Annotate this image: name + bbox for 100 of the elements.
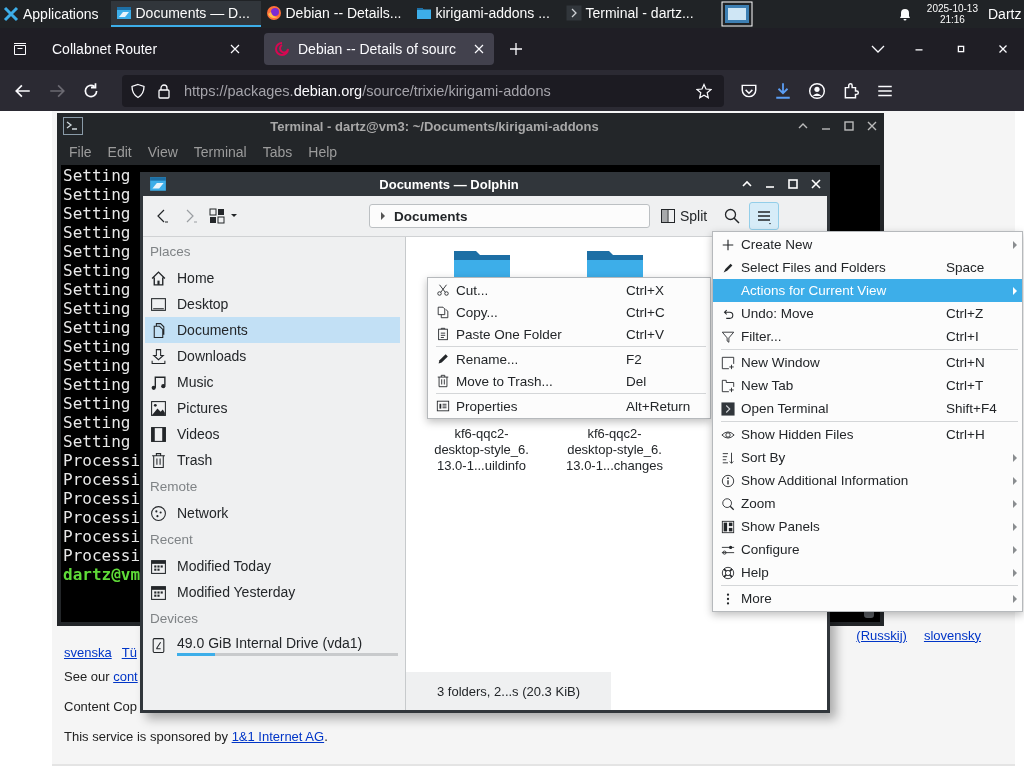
menu-item[interactable]: Create New (713, 233, 1022, 256)
account-icon[interactable] (808, 81, 826, 100)
menu-item[interactable]: More (713, 587, 1022, 610)
menu-item[interactable]: Tabs (262, 144, 293, 160)
terminal-icon (721, 401, 735, 416)
sidebar-item[interactable]: Network (145, 500, 400, 526)
location-bar[interactable]: Documents (369, 204, 650, 228)
window-title: Documents — Dolphin (378, 176, 520, 192)
view-mode-icon[interactable] (209, 207, 239, 225)
menu-item[interactable]: Rename... F2 (428, 348, 710, 370)
menu-item[interactable]: Copy... Ctrl+C (428, 301, 710, 323)
sidebar-item[interactable]: Desktop (145, 291, 400, 317)
menu-item[interactable]: Show Panels (713, 515, 1022, 538)
contact-link[interactable]: cont (113, 669, 138, 684)
language-link[interactable]: Tü (121, 645, 137, 660)
language-link[interactable]: slovensky (923, 627, 981, 643)
split-button[interactable]: Split (656, 202, 712, 230)
menu-item[interactable]: Move to Trash... Del (428, 370, 710, 392)
new-tab-icon[interactable] (508, 41, 524, 57)
extensions-icon[interactable] (842, 81, 860, 100)
sidebar-item[interactable]: Downloads (145, 343, 400, 369)
url-text: https://packages.debian.org/source/trixie/kirigami-addons (184, 82, 551, 99)
terminal-line: Setting (63, 242, 131, 261)
menu-item[interactable]: Select Files and Folders Space (713, 256, 1022, 279)
sidebar-item[interactable]: Home (145, 265, 400, 291)
file-name[interactable]: kf6-qqc2- desktop-style_6. 13.0-1...changes (566, 426, 663, 474)
terminal-line: Setting (63, 375, 131, 394)
task-button[interactable]: Debian -- Details... (260, 1, 411, 27)
terminal-line: Setting (63, 166, 131, 185)
section-header: Recent (149, 531, 194, 549)
sidebar-item[interactable]: Documents (145, 317, 400, 343)
copyright-text: Content Cop (64, 698, 138, 716)
menu-item[interactable]: Terminal (193, 144, 247, 160)
time-text: 21:16 (939, 14, 965, 25)
menu-item[interactable]: Sort By (713, 446, 1022, 469)
maximize-icon[interactable] (843, 120, 855, 132)
user-name[interactable]: Dartz (988, 6, 1024, 22)
menu-item[interactable]: View (147, 144, 178, 160)
task-button[interactable]: kirigami-addons ... (410, 1, 561, 27)
menu-item[interactable]: Paste One Folder Ctrl+V (428, 323, 710, 345)
browser-tab[interactable]: Collabnet Router (42, 33, 250, 65)
sidebar-item[interactable]: Music (145, 369, 400, 395)
close-icon[interactable] (866, 120, 878, 132)
split-icon (660, 208, 676, 224)
applications-menu[interactable]: Applications (23, 6, 99, 22)
star-icon[interactable] (696, 82, 712, 99)
menu-button[interactable] (749, 202, 780, 230)
sidebar-item[interactable]: Pictures (145, 395, 400, 421)
search-icon[interactable] (723, 207, 742, 225)
language-link[interactable]: (Russkij) (856, 627, 907, 643)
desktop-icon (150, 295, 167, 313)
menu-item[interactable]: Help (308, 144, 338, 160)
menu-item[interactable]: Open Terminal Shift+F4 (713, 397, 1022, 420)
language-link[interactable]: svenska (64, 645, 112, 660)
pager-icon[interactable] (720, 1, 753, 27)
browser-tab[interactable]: Debian -- Details of sourc (264, 33, 494, 65)
task-button[interactable]: Documents — D... (110, 1, 261, 27)
menu-item[interactable]: Filter... Ctrl+I (713, 325, 1022, 348)
menu-item[interactable]: Zoom (713, 492, 1022, 515)
plus-icon (721, 237, 735, 252)
terminal-icon (565, 5, 582, 21)
menu-item[interactable]: New Tab Ctrl+T (713, 374, 1022, 397)
task-button[interactable]: Terminal - dartz... (560, 1, 711, 27)
sidebar-item[interactable]: Modified Today (145, 553, 400, 579)
file-name[interactable]: kf6-qqc2- desktop-style_6. 13.0-1...uildinfo (434, 426, 529, 474)
section-header: Devices (149, 610, 199, 628)
breadcrumb[interactable]: Documents (394, 208, 468, 224)
sponsor-link[interactable]: 1&1 Internet AG (231, 729, 325, 744)
launcher-icon[interactable] (3, 6, 19, 22)
copy-icon (436, 305, 450, 319)
firefox-icon (265, 5, 282, 21)
trash-icon (150, 451, 167, 469)
swirl-icon (274, 41, 290, 57)
sidebar-item[interactable]: Videos (145, 421, 400, 447)
menu-item[interactable]: Show Additional Information (713, 469, 1022, 492)
menu-item[interactable]: Help (713, 561, 1022, 584)
menu-item[interactable]: Undo: Move Ctrl+Z (713, 302, 1022, 325)
terminal-line: Setting (63, 185, 131, 204)
menu-item[interactable]: File (69, 144, 92, 160)
sidebar-item[interactable]: Modified Yesterday (145, 579, 400, 605)
menu-item[interactable]: Show Hidden Files Ctrl+H (713, 423, 1022, 446)
address-bar[interactable]: https://packages.debian.org/source/trixie/kirigami-addons (122, 74, 724, 107)
sidebar-item[interactable]: 49.0 GiB Internal Drive (vda1) (145, 632, 400, 658)
sort-icon (721, 450, 735, 465)
shield-icon[interactable] (130, 82, 146, 99)
terminal-line: Setting (63, 280, 131, 299)
scissors-icon (436, 283, 450, 297)
download-icon[interactable] (774, 81, 792, 100)
terminal-line: Processi (63, 451, 141, 470)
menu-item[interactable]: Configure (713, 538, 1022, 561)
tab-list-icon[interactable] (12, 41, 28, 57)
section-header: Places (149, 243, 192, 261)
menu-item[interactable]: Edit (107, 144, 132, 160)
reload-icon[interactable] (82, 81, 100, 100)
menu-item[interactable]: Cut... Ctrl+X (428, 279, 710, 301)
lock-icon[interactable] (156, 82, 172, 99)
menu-item[interactable]: Properties Alt+Return (428, 395, 710, 417)
terminal-line: Processi (63, 527, 141, 546)
sidebar-item[interactable]: Trash (145, 447, 400, 473)
menu-item[interactable]: New Window Ctrl+N (713, 351, 1022, 374)
